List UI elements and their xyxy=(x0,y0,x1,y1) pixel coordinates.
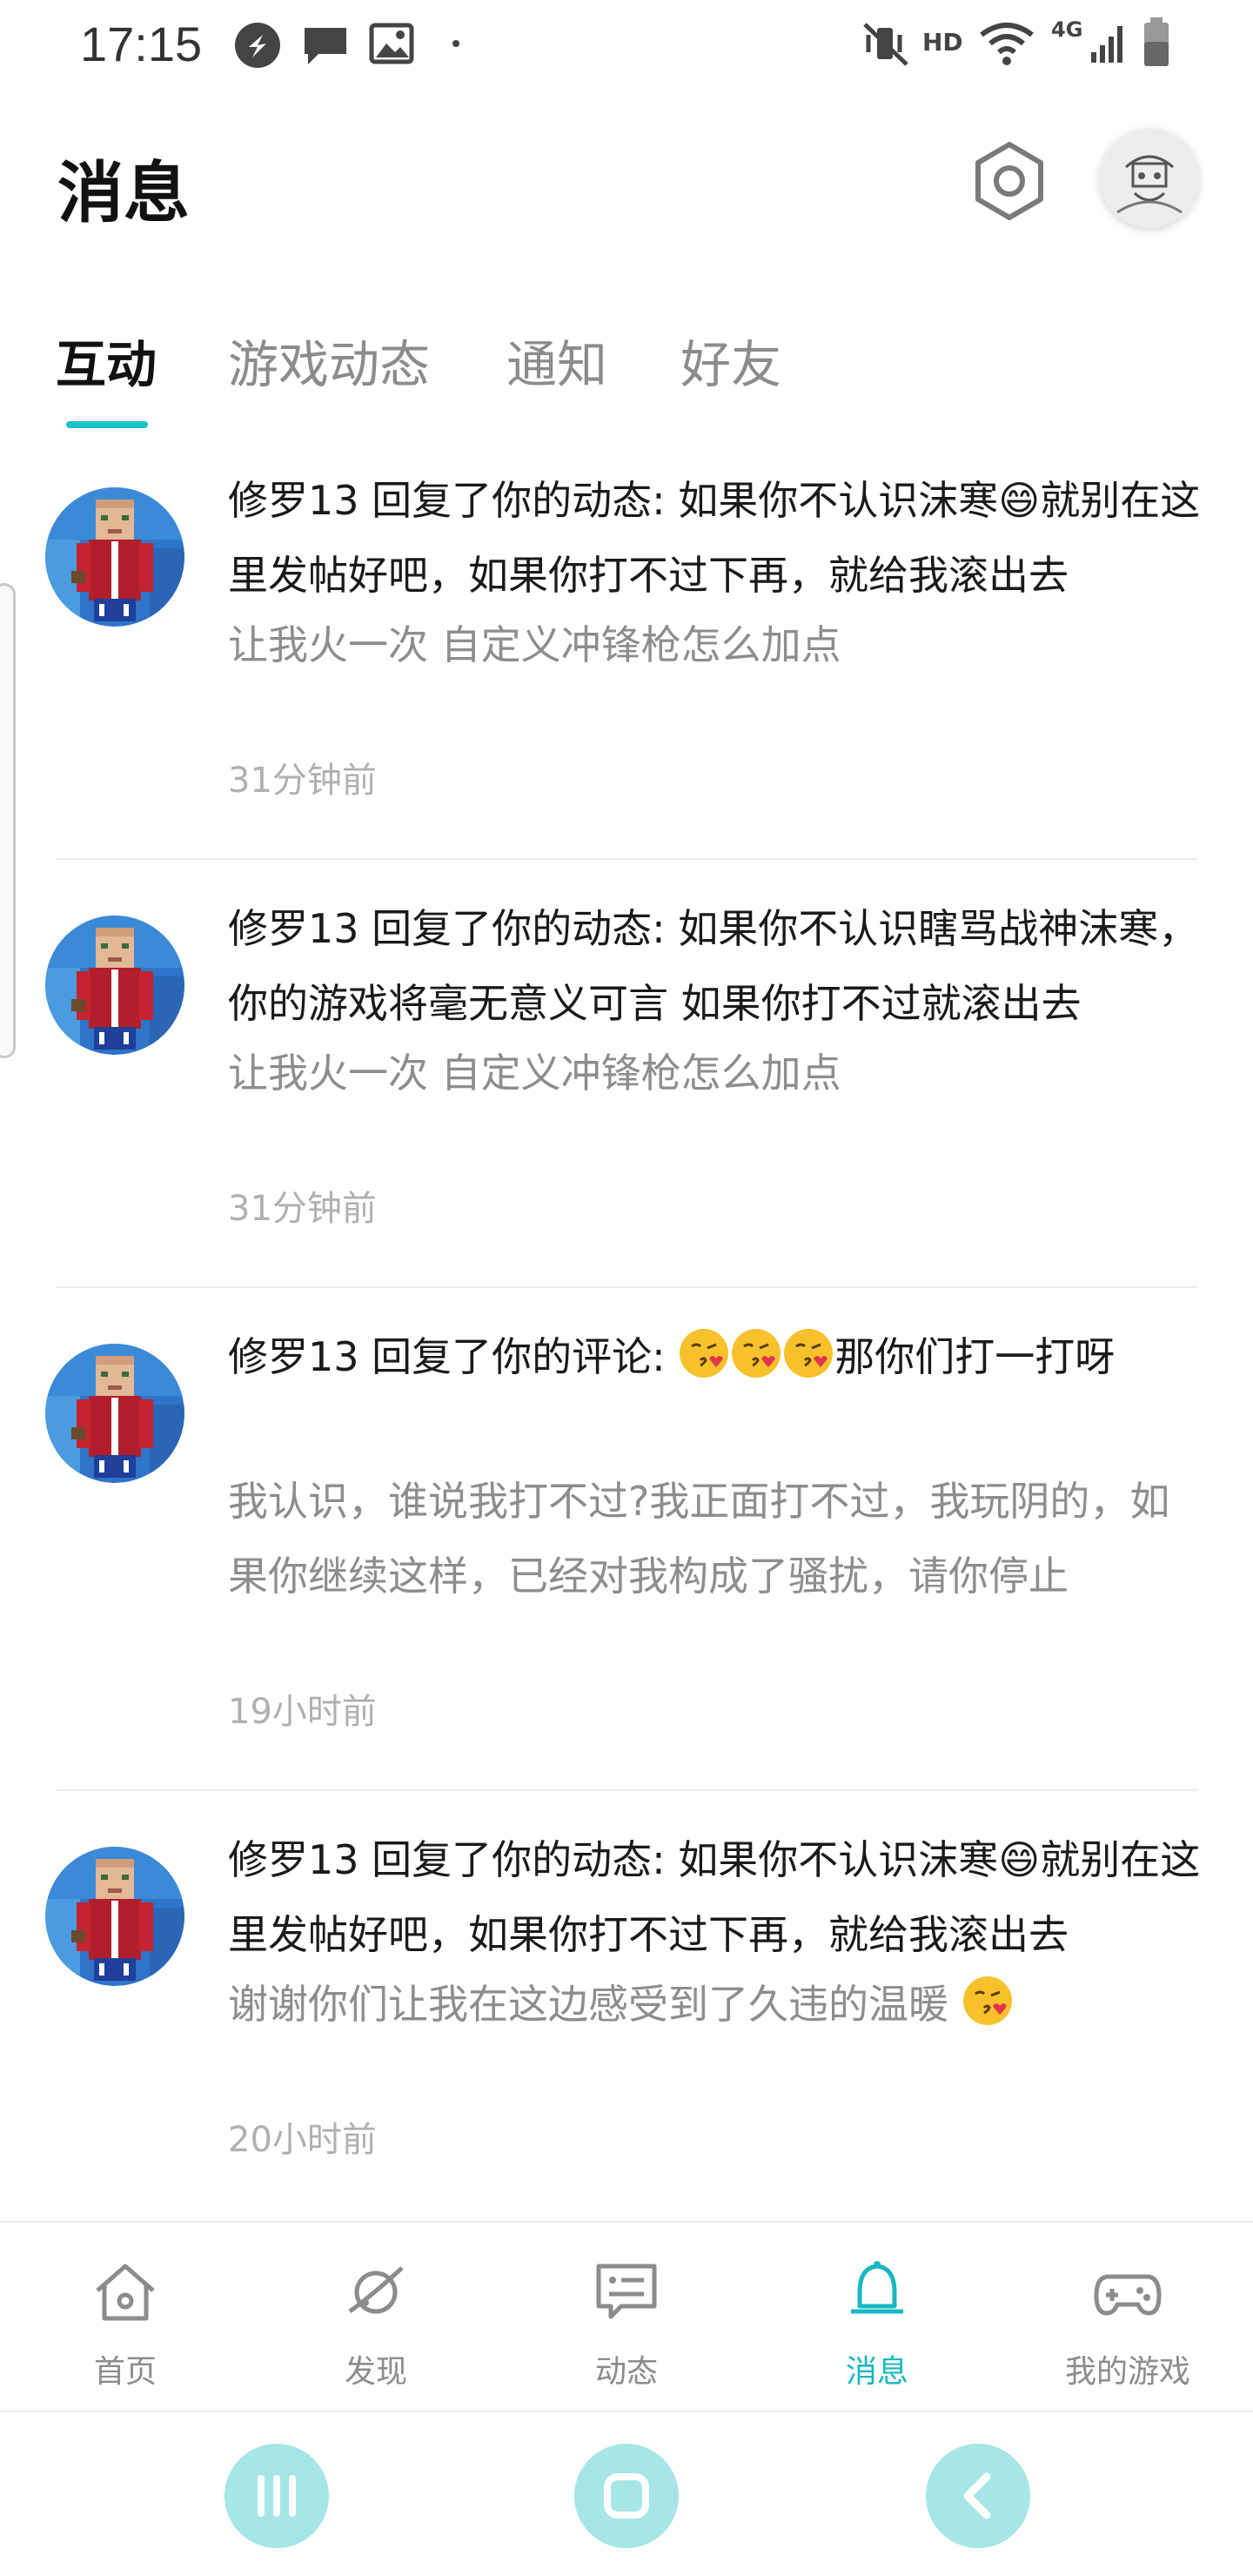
kiss-emoji-icon xyxy=(680,1329,729,1378)
list-item[interactable]: 修罗13 回复了你的动态: 如果你不认识沫寒😄就别在这里发帖好吧，如果你打不过下… xyxy=(0,453,1253,858)
avatar[interactable] xyxy=(45,1847,184,1986)
gamepad-icon xyxy=(1094,2274,1162,2316)
wifi-icon xyxy=(980,23,1034,65)
settings-button[interactable] xyxy=(966,138,1053,225)
message-time: 20小时前 xyxy=(228,2120,377,2160)
hexagon-settings-icon xyxy=(975,142,1043,220)
list-item[interactable]: 修罗13 回复了你的动态: 如果你不认识沫寒😄就别在这里发帖好吧，如果你打不过下… xyxy=(0,1812,1253,2217)
home-icon xyxy=(96,2264,155,2321)
system-nav-bar xyxy=(0,2411,1253,2576)
message-title: 修罗13 回复了你的评论: 那你们打一打呀 xyxy=(228,1319,1201,1469)
avatar[interactable] xyxy=(45,1344,184,1483)
back-icon xyxy=(963,2472,991,2519)
avatar-sketch-icon xyxy=(1100,129,1199,228)
tab-interaction[interactable]: 互动 xyxy=(56,324,157,397)
divider xyxy=(56,858,1197,860)
network-label: 4G xyxy=(1051,17,1083,42)
tab-notifications[interactable]: 通知 xyxy=(506,324,607,397)
message-quote: 让我火一次 自定义冲锋枪怎么加点 xyxy=(228,621,841,668)
nav-my-games-label: 我的游戏 xyxy=(1064,2354,1190,2390)
battery-icon xyxy=(1144,17,1169,66)
image-notification-icon xyxy=(369,23,414,64)
nav-messages[interactable]: 消息 xyxy=(752,2223,1002,2412)
message-title: 修罗13 回复了你的动态: 如果你不认识沫寒😄就别在这里发帖好吧，如果你打不过下… xyxy=(228,1836,1201,1958)
nav-discover-label: 发现 xyxy=(344,2354,407,2390)
home-button[interactable] xyxy=(574,2444,679,2548)
kiss-emoji-icon xyxy=(784,1329,834,1378)
message-quote: 谢谢你们让我在这边感受到了久违的温暖 xyxy=(228,1967,1201,2042)
divider xyxy=(56,1286,1197,1288)
status-bar: 17:15 HD 4G xyxy=(0,0,1253,87)
message-quote: 让我火一次 自定义冲锋枪怎么加点 xyxy=(228,1050,841,1097)
nav-feed[interactable]: 动态 xyxy=(501,2223,752,2412)
nav-discover[interactable]: 发现 xyxy=(251,2223,501,2412)
nav-messages-label: 消息 xyxy=(845,2354,908,2390)
message-quote-text: 谢谢你们让我在这边感受到了久违的温暖 xyxy=(228,1981,962,2028)
message-quote: 我认识，谁说我打不过?我正面打不过，我玩阴的，如果你继续这样，已经对我构成了骚扰… xyxy=(228,1478,1170,1600)
vibrate-mute-icon xyxy=(863,23,908,66)
message-title-suffix: 那你们打一打呀 xyxy=(834,1333,1116,1380)
page-title: 消息 xyxy=(57,154,190,231)
recent-apps-icon xyxy=(258,2475,296,2517)
nav-feed-label: 动态 xyxy=(594,2354,658,2390)
signal-icon xyxy=(1091,26,1122,63)
hd-label: HD xyxy=(922,28,963,57)
message-time: 31分钟前 xyxy=(228,761,377,801)
back-button[interactable] xyxy=(926,2444,1030,2548)
active-tab-indicator xyxy=(66,421,148,428)
kiss-emoji-icon xyxy=(732,1329,781,1378)
nav-my-games[interactable]: 我的游戏 xyxy=(1002,2223,1253,2412)
tab-friends[interactable]: 好友 xyxy=(680,324,781,397)
message-title: 修罗13 回复了你的动态: 如果你不认识瞎骂战神沫寒，你的游戏将毫无意义可言 如… xyxy=(228,905,1199,1027)
avatar[interactable] xyxy=(45,916,184,1055)
divider xyxy=(56,1789,1197,1791)
tab-game-updates[interactable]: 游戏动态 xyxy=(228,324,430,397)
message-time: 19小时前 xyxy=(228,1692,377,1732)
bell-icon xyxy=(851,2261,903,2314)
bottom-nav: 首页 发现 动态 消息 我的游戏 xyxy=(0,2221,1253,2411)
message-title-prefix: 修罗13 回复了你的评论: xyxy=(228,1333,679,1380)
planet-icon xyxy=(348,2266,404,2314)
nav-home-label: 首页 xyxy=(93,2354,157,2390)
avatar[interactable] xyxy=(45,487,184,627)
kiss-emoji-icon xyxy=(962,1976,1012,2025)
recent-apps-button[interactable] xyxy=(224,2444,329,2548)
chat-notification-icon xyxy=(305,28,346,64)
tab-bar: 互动 游戏动态 通知 好友 xyxy=(0,313,1253,435)
list-item[interactable]: 修罗13 回复了你的动态: 如果你不认识瞎骂战神沫寒，你的游戏将毫无意义可言 如… xyxy=(0,881,1253,1286)
user-avatar[interactable] xyxy=(1100,129,1199,228)
message-title: 修罗13 回复了你的动态: 如果你不认识沫寒😄就别在这里发帖好吧，如果你打不过下… xyxy=(228,477,1201,599)
list-item[interactable]: 修罗13 回复了你的评论: 那你们打一打呀 我认识，谁说我打不过?我正面打不过，… xyxy=(0,1309,1253,1789)
app-notification-icon xyxy=(235,23,280,68)
feed-icon xyxy=(596,2264,657,2319)
status-time: 17:15 xyxy=(80,17,203,71)
home-button-icon xyxy=(604,2473,649,2519)
nav-home[interactable]: 首页 xyxy=(0,2223,251,2412)
message-time: 31分钟前 xyxy=(228,1189,377,1229)
dot-icon xyxy=(452,40,459,47)
